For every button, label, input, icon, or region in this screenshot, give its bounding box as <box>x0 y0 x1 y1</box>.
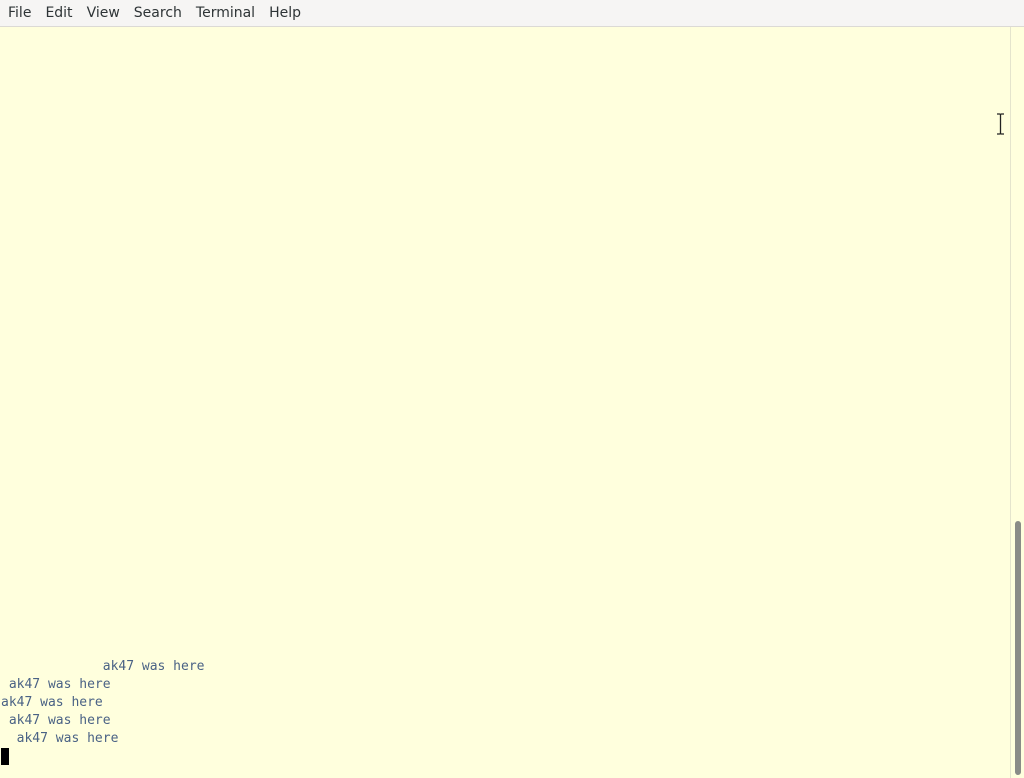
terminal-line: ak47 was here <box>1 713 111 728</box>
menu-file[interactable]: File <box>1 0 38 27</box>
ibeam-cursor-icon <box>997 113 1004 135</box>
menu-search[interactable]: Search <box>127 0 189 27</box>
terminal-window: File Edit View Search Terminal Help ak47… <box>0 0 1024 778</box>
terminal-line: ak47 was here <box>1 695 103 710</box>
terminal-line: ak47 was here <box>1 677 111 692</box>
menubar: File Edit View Search Terminal Help <box>0 0 1024 27</box>
vertical-scrollbar[interactable] <box>1010 27 1024 778</box>
scrollbar-thumb[interactable] <box>1015 521 1021 775</box>
text-cursor <box>1 748 9 765</box>
terminal-line: ak47 was here <box>1 731 119 746</box>
menu-terminal[interactable]: Terminal <box>189 0 262 27</box>
terminal-output-area[interactable]: ak47 was here ak47 was here ak47 was her… <box>0 27 1010 778</box>
menu-edit[interactable]: Edit <box>38 0 79 27</box>
menu-view[interactable]: View <box>80 0 127 27</box>
menu-help[interactable]: Help <box>262 0 308 27</box>
terminal-line: ak47 was here <box>1 659 205 674</box>
